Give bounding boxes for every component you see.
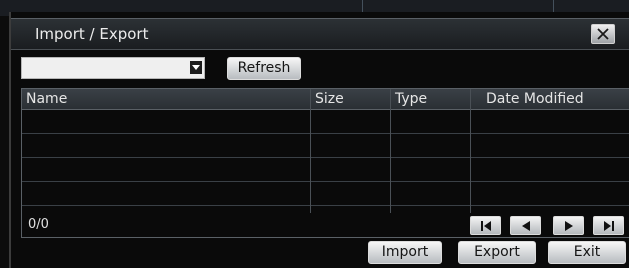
column-header-name[interactable]: Name — [26, 91, 67, 107]
title-bar: Import / Export — [11, 18, 629, 50]
page-counter: 0/0 — [28, 217, 49, 232]
close-button[interactable] — [591, 24, 615, 44]
column-divider — [390, 89, 391, 213]
column-divider — [470, 89, 471, 213]
column-header-date-modified[interactable]: Date Modified — [486, 91, 584, 107]
device-select[interactable] — [21, 57, 205, 79]
exit-button[interactable]: Exit — [548, 241, 626, 264]
table-header: Name Size Type Date Modified — [22, 89, 629, 110]
file-table: Name Size Type Date Modified 0/0 — [21, 88, 629, 238]
table-footer: 0/0 — [22, 213, 629, 237]
column-header-size[interactable]: Size — [315, 91, 344, 107]
first-page-icon — [480, 220, 491, 231]
table-row[interactable] — [22, 110, 629, 134]
background-divider — [0, 0, 363, 12]
prev-page-button[interactable] — [510, 216, 541, 235]
dialog-title: Import / Export — [35, 25, 149, 43]
last-page-button[interactable] — [593, 216, 624, 235]
table-row[interactable] — [22, 134, 629, 158]
next-page-icon — [564, 220, 573, 231]
export-button[interactable]: Export — [458, 241, 536, 264]
prev-page-icon — [521, 220, 530, 231]
column-header-type[interactable]: Type — [395, 91, 427, 107]
first-page-button[interactable] — [470, 216, 501, 235]
last-page-icon — [603, 220, 614, 231]
background-divider — [363, 0, 554, 12]
column-divider — [310, 89, 311, 213]
chevron-down-icon — [190, 61, 202, 74]
table-row[interactable] — [22, 182, 629, 206]
import-export-dialog: Import / Export Refresh Name Size Type D… — [9, 12, 629, 268]
table-row[interactable] — [22, 158, 629, 182]
import-button[interactable]: Import — [368, 241, 442, 264]
close-icon — [597, 28, 609, 40]
refresh-button[interactable]: Refresh — [227, 57, 301, 80]
next-page-button[interactable] — [553, 216, 584, 235]
